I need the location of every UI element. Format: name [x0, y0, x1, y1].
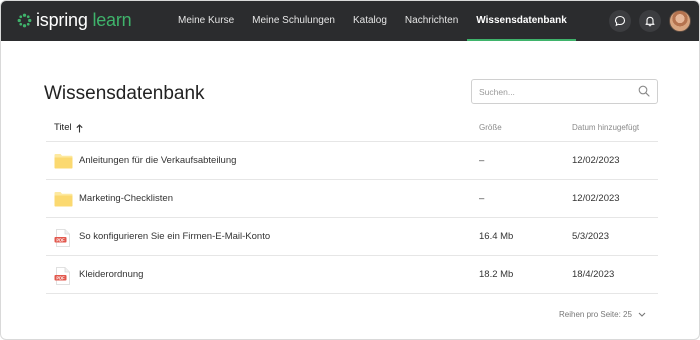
table-row[interactable]: Anleitungen für die Verkaufsabteilung – …	[46, 142, 658, 180]
search-icon[interactable]	[638, 85, 650, 97]
logo-text-main: ispring	[36, 10, 88, 30]
top-navigation-bar: ispring learn Meine Kurse Meine Schulung…	[1, 1, 699, 41]
knowledge-base-table: Titel Größe Datum hinzugefügt Anleitunge…	[46, 114, 658, 294]
pdf-icon: PDF	[54, 229, 70, 247]
table-row[interactable]: PDF Kleiderordnung 18.2 Mb 18/4/2023	[46, 256, 658, 294]
row-size: 18.2 Mb	[479, 269, 514, 280]
row-name[interactable]: Kleiderordnung	[79, 256, 143, 294]
ispring-logo-icon	[17, 13, 32, 27]
rows-per-page-selector[interactable]: Reihen pro Seite: 25	[559, 310, 646, 319]
folder-icon	[54, 192, 73, 207]
notifications-button[interactable]	[639, 10, 661, 32]
header-actions	[609, 10, 691, 32]
row-date: 18/4/2023	[572, 269, 615, 280]
table-header: Titel Größe Datum hinzugefügt	[46, 114, 658, 142]
pdf-icon: PDF	[54, 267, 70, 285]
svg-text:PDF: PDF	[56, 237, 65, 242]
row-date: 5/3/2023	[572, 231, 609, 242]
bell-icon	[645, 16, 655, 27]
column-header-size[interactable]: Größe	[479, 114, 502, 142]
nav-item-nachrichten[interactable]: Nachrichten	[396, 1, 467, 41]
user-avatar[interactable]	[669, 10, 691, 32]
logo-text-accent: learn	[92, 10, 132, 30]
nav-item-meine-kurse[interactable]: Meine Kurse	[169, 1, 243, 41]
folder-icon	[54, 154, 73, 169]
row-size: 16.4 Mb	[479, 231, 514, 242]
nav-item-meine-schulungen[interactable]: Meine Schulungen	[243, 1, 344, 41]
row-name[interactable]: Marketing-Checklisten	[79, 180, 173, 218]
chat-icon	[614, 15, 626, 27]
column-header-title-label: Titel	[54, 122, 72, 133]
search-input[interactable]	[471, 79, 658, 104]
svg-text:PDF: PDF	[56, 275, 65, 280]
main-nav: Meine Kurse Meine Schulungen Katalog Nac…	[169, 1, 576, 41]
logo-text: ispring learn	[36, 10, 132, 30]
column-header-title[interactable]: Titel	[54, 114, 83, 142]
row-size: –	[479, 155, 485, 166]
chevron-down-icon	[638, 312, 646, 317]
column-header-date[interactable]: Datum hinzugefügt	[572, 114, 639, 142]
logo[interactable]: ispring learn	[17, 10, 132, 30]
app-window: ispring learn Meine Kurse Meine Schulung…	[0, 0, 700, 340]
row-size: –	[479, 193, 485, 204]
rows-per-page-label: Reihen pro Seite: 25	[559, 310, 632, 319]
row-name[interactable]: Anleitungen für die Verkaufsabteilung	[79, 142, 236, 180]
nav-item-katalog[interactable]: Katalog	[344, 1, 396, 41]
nav-item-wissensdatenbank[interactable]: Wissensdatenbank	[467, 1, 576, 41]
table-row[interactable]: Marketing-Checklisten – 12/02/2023	[46, 180, 658, 218]
chat-button[interactable]	[609, 10, 631, 32]
row-name[interactable]: So konfigurieren Sie ein Firmen-E-Mail-K…	[79, 218, 270, 256]
row-date: 12/02/2023	[572, 155, 620, 166]
row-date: 12/02/2023	[572, 193, 620, 204]
sort-ascending-icon[interactable]	[76, 123, 83, 133]
table-row[interactable]: PDF So konfigurieren Sie ein Firmen-E-Ma…	[46, 218, 658, 256]
page-title: Wissensdatenbank	[44, 83, 205, 104]
